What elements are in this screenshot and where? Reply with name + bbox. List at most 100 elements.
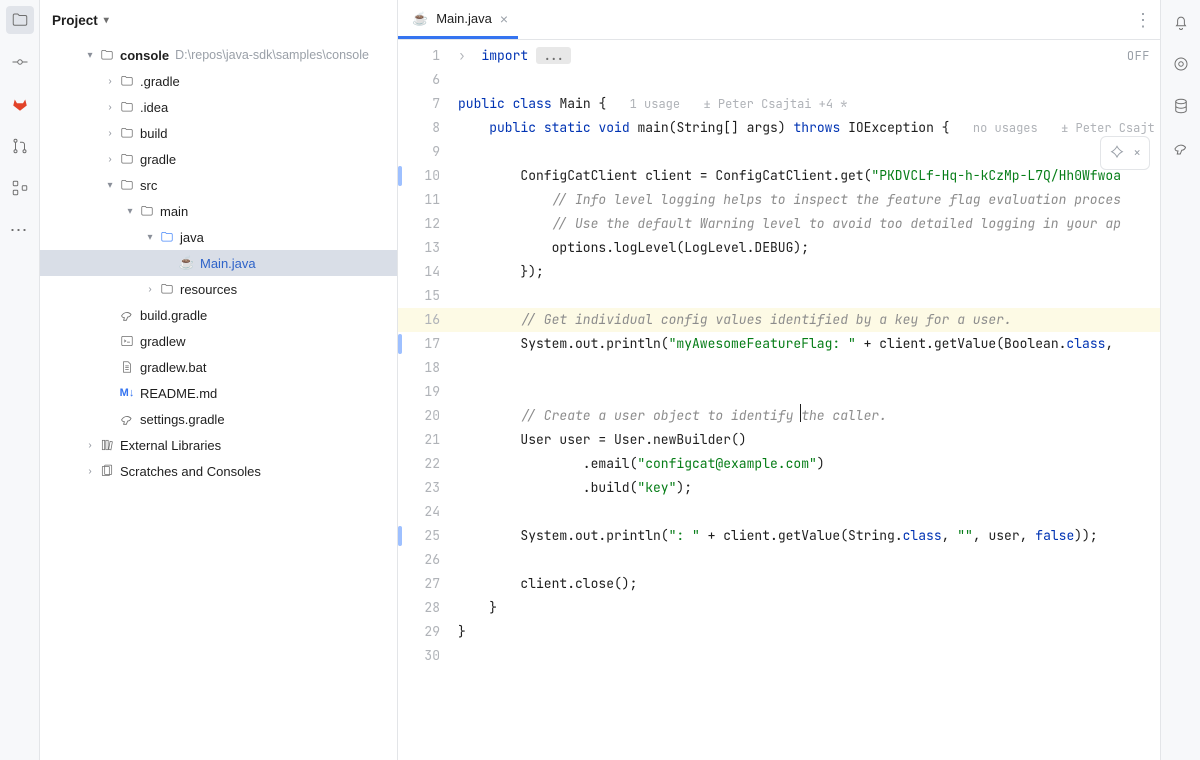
tree-item-gradlew-bat[interactable]: gradlew.bat — [40, 354, 397, 380]
tree-item-label: .gradle — [140, 74, 180, 89]
project-panel-title: Project — [52, 13, 98, 28]
tree-item-label: resources — [180, 282, 237, 297]
tree-item-main[interactable]: ▾ main — [40, 198, 397, 224]
folder-icon — [118, 100, 136, 114]
tree-item-label: README.md — [140, 386, 217, 401]
tree-item-gradle-dir[interactable]: › gradle — [40, 146, 397, 172]
project-panel: Project ▾ ▾ console D:\repos\java-sdk\sa… — [40, 0, 398, 760]
scratches-icon — [98, 464, 116, 478]
ai-widget[interactable]: × — [1100, 136, 1150, 170]
java-file-icon: ☕ — [412, 11, 428, 27]
libraries-icon — [98, 438, 116, 452]
file-icon — [118, 360, 136, 374]
tab-label: Main.java — [436, 11, 492, 26]
usage-hint[interactable]: no usages — [973, 120, 1038, 136]
tree-item-label: Scratches and Consoles — [120, 464, 261, 479]
tree-item-main-java[interactable]: ☕ Main.java — [40, 250, 397, 276]
commit-icon — [11, 53, 29, 71]
tree-item-label: console — [120, 48, 169, 63]
chevron-right-icon[interactable]: › — [82, 466, 98, 477]
pull-requests-tool-button[interactable] — [6, 132, 34, 160]
gitlab-tool-button[interactable] — [6, 90, 34, 118]
folder-icon — [138, 204, 156, 218]
tree-item-readme[interactable]: M↓ README.md — [40, 380, 397, 406]
project-tool-button[interactable] — [6, 6, 34, 34]
database-button[interactable] — [1169, 94, 1193, 118]
code-editor[interactable]: 1678910111213141516171819202122232425262… — [398, 40, 1160, 760]
tree-item-settings-gradle[interactable]: settings.gradle — [40, 406, 397, 432]
close-icon[interactable]: × — [500, 11, 508, 27]
tree-item-gradlew[interactable]: gradlew — [40, 328, 397, 354]
gradle-button[interactable] — [1169, 136, 1193, 160]
chevron-down-icon: ▾ — [104, 15, 109, 26]
tree-item-label: src — [140, 178, 157, 193]
tree-item-label: settings.gradle — [140, 412, 225, 427]
tree-item-label: build — [140, 126, 167, 141]
chevron-down-icon[interactable]: ▾ — [142, 232, 158, 243]
chevron-right-icon[interactable]: › — [142, 284, 158, 295]
project-tree: ▾ console D:\repos\java-sdk\samples\cons… — [40, 40, 397, 760]
more-icon[interactable]: ⋮ — [1134, 10, 1152, 31]
tree-item-idea[interactable]: › .idea — [40, 94, 397, 120]
usage-hint[interactable]: 1 usage — [630, 96, 680, 112]
folder-icon — [158, 282, 176, 296]
author-hint[interactable]: ± Peter Csajt — [1061, 120, 1155, 136]
structure-icon — [11, 179, 29, 197]
tree-item-src[interactable]: ▾ src — [40, 172, 397, 198]
terminal-file-icon — [118, 334, 136, 348]
project-panel-header[interactable]: Project ▾ — [40, 0, 397, 40]
pull-request-icon — [11, 137, 29, 155]
tree-root[interactable]: ▾ console D:\repos\java-sdk\samples\cons… — [40, 42, 397, 68]
notifications-button[interactable] — [1169, 10, 1193, 34]
tree-item-label: java — [180, 230, 204, 245]
tree-item-label: gradlew — [140, 334, 186, 349]
chevron-down-icon[interactable]: ▾ — [122, 206, 138, 217]
tree-item-gradle-dot[interactable]: › .gradle — [40, 68, 397, 94]
commit-tool-button[interactable] — [6, 48, 34, 76]
chevron-right-icon[interactable]: › — [102, 76, 118, 87]
tree-item-label: main — [160, 204, 188, 219]
tree-item-build[interactable]: › build — [40, 120, 397, 146]
ai-icon — [1109, 145, 1125, 161]
java-file-icon: ☕ — [178, 255, 196, 271]
folder-icon — [118, 178, 136, 192]
tree-item-label: .idea — [140, 100, 168, 115]
chevron-right-icon[interactable]: › — [102, 154, 118, 165]
right-tool-strip — [1160, 0, 1200, 760]
more-tools-button[interactable]: ⋯ — [10, 220, 30, 241]
ai-assistant-button[interactable] — [1169, 52, 1193, 76]
tree-item-path: D:\repos\java-sdk\samples\console — [175, 48, 369, 62]
editor-tab-actions: ⋮ — [1134, 0, 1152, 40]
editor-gutter: 1678910111213141516171819202122232425262… — [398, 40, 454, 760]
editor-content[interactable]: OFF × › import ... public class Main { 1… — [454, 40, 1160, 760]
editor-tab-bar: ☕ Main.java × ⋮ — [398, 0, 1160, 40]
chevron-down-icon[interactable]: ▾ — [82, 50, 98, 61]
gradle-file-icon — [118, 307, 136, 323]
tree-item-java-dir[interactable]: ▾ java — [40, 224, 397, 250]
inspection-indicator[interactable]: OFF — [1127, 44, 1150, 68]
tree-item-scratches[interactable]: › Scratches and Consoles — [40, 458, 397, 484]
tree-item-external-libraries[interactable]: › External Libraries — [40, 432, 397, 458]
chevron-right-icon[interactable]: › — [102, 102, 118, 113]
close-icon[interactable]: × — [1133, 141, 1141, 165]
chevron-right-icon[interactable]: › — [102, 128, 118, 139]
tree-item-resources[interactable]: › resources — [40, 276, 397, 302]
left-tool-strip: ⋯ — [0, 0, 40, 760]
tree-item-label: gradle — [140, 152, 176, 167]
tree-item-label: External Libraries — [120, 438, 221, 453]
markdown-file-icon: M↓ — [118, 387, 136, 399]
folder-icon — [11, 11, 29, 29]
tree-item-label: gradlew.bat — [140, 360, 207, 375]
gitlab-icon — [11, 95, 29, 113]
structure-tool-button[interactable] — [6, 174, 34, 202]
chevron-down-icon[interactable]: ▾ — [102, 180, 118, 191]
editor-tab-main-java[interactable]: ☕ Main.java × — [398, 1, 518, 39]
text-caret — [800, 404, 801, 422]
bell-icon — [1172, 13, 1190, 31]
tree-item-label: Main.java — [200, 256, 256, 271]
folder-icon — [118, 152, 136, 166]
author-hint[interactable]: ± Peter Csajtai +4 * — [703, 96, 847, 112]
tree-item-label: build.gradle — [140, 308, 207, 323]
tree-item-build-gradle[interactable]: build.gradle — [40, 302, 397, 328]
chevron-right-icon[interactable]: › — [82, 440, 98, 451]
